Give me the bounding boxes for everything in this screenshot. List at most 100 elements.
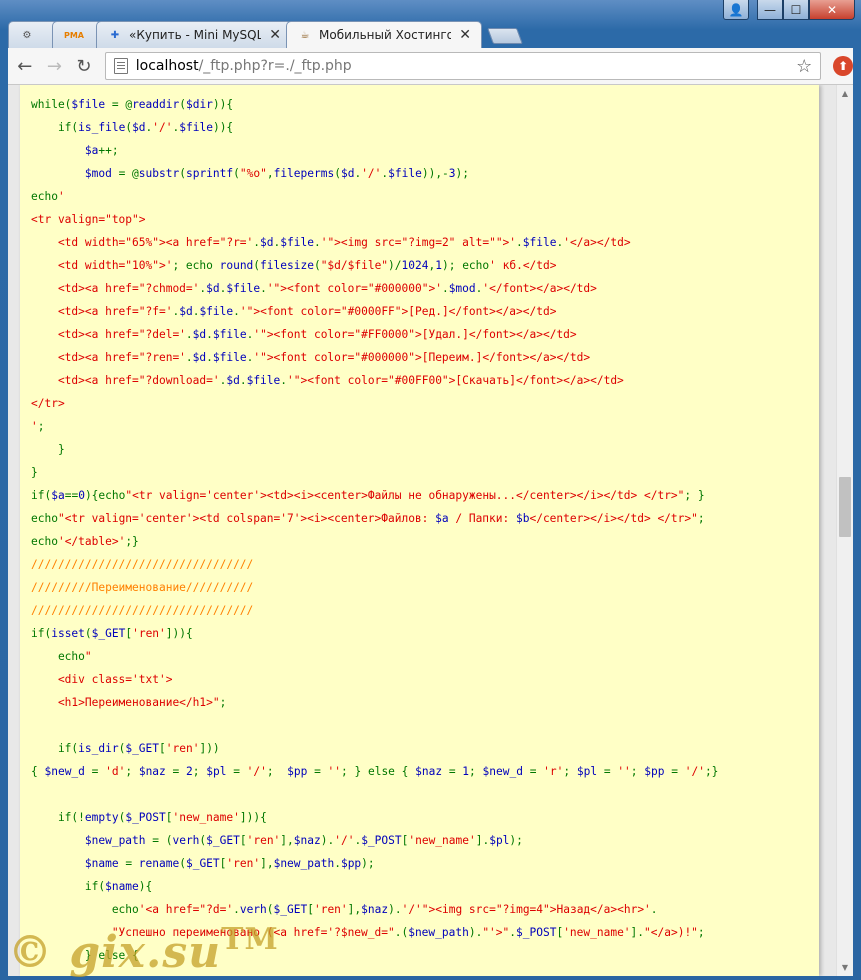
address-bar[interactable]: localhost /_ftp.php?r=./_ftp.php ☆ (104, 52, 822, 80)
code-token: ( (84, 627, 92, 640)
tab-strip: ⚙ PMA ✚ «Купить - Mini MySQL-м ✕ ☕ Мобил… (8, 20, 523, 48)
tab-title: Мобильный Хостингов (319, 28, 452, 42)
code-token: . (441, 282, 449, 295)
code-token: "%o" (239, 167, 267, 180)
source-code: while($file = @readdir($dir)){ if(is_fil… (31, 93, 718, 967)
reload-button[interactable]: ↻ (71, 53, 97, 79)
pma-icon: PMA (63, 30, 84, 40)
code-token: ++; (98, 144, 119, 157)
code-token: $d (340, 167, 355, 180)
back-button[interactable]: ← (12, 53, 38, 79)
code-token: . (516, 236, 523, 249)
tab-mini-mysql[interactable]: ✚ «Купить - Mini MySQL-м ✕ (96, 21, 292, 48)
scrollbar-thumb[interactable] (839, 477, 851, 537)
code-token: '/'"><img src="?img=4">Назад</a><hr>' (401, 903, 651, 916)
code-token: $d (132, 121, 146, 134)
code-token: $new_d (482, 765, 530, 778)
code-token: ; (469, 765, 483, 778)
code-token: substr (138, 167, 180, 180)
close-tab-icon[interactable]: ✕ (459, 27, 471, 43)
code-token: ' (31, 420, 38, 433)
code-token: . (185, 328, 193, 341)
code-line: echo'</table>';} (31, 530, 718, 553)
bookmark-star-icon[interactable]: ☆ (796, 56, 812, 77)
code-token: ); (455, 167, 470, 180)
code-token: 'ren' (226, 857, 261, 870)
code-line: <td><a href="?del='.$d.$file.'"><font co… (31, 323, 718, 346)
watermark-logo: © gix.suTM (8, 922, 279, 978)
user-icon[interactable]: 👤 (723, 0, 749, 20)
code-token: $_POST (516, 926, 557, 939)
code-line: echo' (31, 185, 718, 208)
code-token: echo (31, 190, 58, 203)
code-token: ). (388, 903, 402, 916)
code-token: '</table>' (57, 535, 126, 548)
code-line: <tr valign="top"> (31, 208, 718, 231)
scroll-down-icon[interactable]: ▼ (837, 959, 853, 976)
code-token: $d (179, 305, 193, 318)
code-token: '/' (361, 167, 382, 180)
code-token: ])){ (239, 811, 267, 824)
code-token: ; echo (172, 259, 220, 272)
code-token: "$d/$file" (320, 259, 389, 272)
code-token: } (31, 466, 38, 479)
code-token: ; (37, 420, 45, 433)
code-token: . (206, 351, 213, 364)
code-token: 'new_name' (172, 811, 240, 824)
close-tab-icon[interactable]: ✕ (269, 27, 281, 43)
code-line: <td><a href="?ren='.$d.$file.'"><font co… (31, 346, 718, 369)
code-token: round (219, 259, 254, 272)
code-token: $naz (138, 765, 173, 778)
code-token: $file (212, 328, 247, 341)
close-window-button[interactable]: ✕ (809, 0, 855, 20)
code-token: [ (165, 811, 173, 824)
code-line: echo" (31, 645, 718, 668)
code-token: "'>" (482, 926, 510, 939)
code-token: filesize (260, 259, 314, 272)
code-line: $name = rename($_GET['ren'],$new_path.$p… (31, 852, 718, 875)
code-token: while( (31, 98, 72, 111)
code-line: <h1>Переименование</h1>"; (31, 691, 718, 714)
code-token: ; } else { (341, 765, 416, 778)
minimize-button[interactable]: — (757, 0, 783, 20)
code-token: $file (522, 236, 557, 249)
code-token: ], (347, 903, 362, 916)
url-host: localhost (135, 58, 199, 74)
code-line: if($name){ (31, 875, 718, 898)
code-token: $file (212, 351, 247, 364)
code-line: { $new_d = 'd'; $naz = 2; $pl = '/'; $pp… (31, 760, 718, 783)
code-token: ' кб.</td> (489, 259, 557, 272)
tab-phpmyadmin[interactable]: PMA (52, 21, 102, 48)
code-token: ( (179, 167, 186, 180)
code-line: if(is_file($d.'/'.$file)){ (31, 116, 718, 139)
code-token: = @ (118, 167, 139, 180)
code-token: echo (31, 903, 139, 916)
forward-button[interactable]: → (42, 53, 68, 79)
extension-icon[interactable]: ⬆ (833, 56, 853, 76)
code-token: $new_path (408, 926, 469, 939)
code-token: 3 (448, 167, 456, 180)
code-token: $d (192, 328, 207, 341)
code-token: . (233, 903, 240, 916)
scroll-up-icon[interactable]: ▲ (837, 85, 853, 102)
code-token: ])){ (165, 627, 193, 640)
code-token: 'ren' (165, 742, 200, 755)
code-token: ( (334, 167, 341, 180)
code-token: "<tr valign='center'><td colspan='7'><i>… (57, 512, 436, 525)
code-token: = (603, 765, 618, 778)
code-token: $name (84, 857, 126, 870)
tab-mobile-hosting[interactable]: ☕ Мобильный Хостингов ✕ (286, 21, 482, 48)
code-token: ///////////////////////////////// (31, 604, 254, 617)
code-token: '' (327, 765, 342, 778)
code-token: <h1>Переименование</h1>" (31, 696, 220, 709)
vertical-scrollbar[interactable]: ▲ ▼ (836, 85, 853, 976)
code-token: ; (563, 765, 577, 778)
code-token: <td><a href="?ren=' (31, 351, 186, 364)
code-token: $pl (576, 765, 604, 778)
code-token: ); (509, 834, 523, 847)
maximize-button[interactable]: ☐ (783, 0, 809, 20)
tab-settings[interactable]: ⚙ (8, 21, 58, 48)
new-tab-button[interactable] (487, 28, 523, 44)
code-token: sprintf (185, 167, 234, 180)
